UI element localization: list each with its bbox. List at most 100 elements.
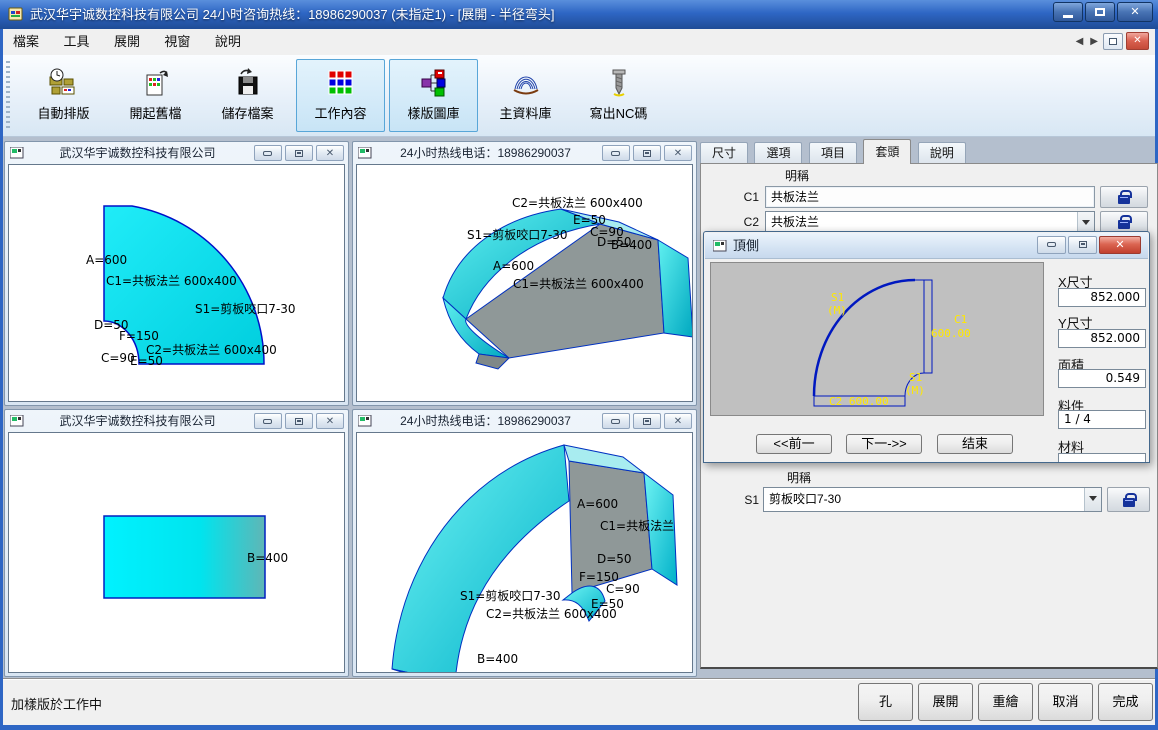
annotation-label: C=90 (606, 582, 640, 596)
redraw-button[interactable]: 重繪 (978, 683, 1033, 721)
nav-forward-icon[interactable]: ▶ (1088, 36, 1100, 47)
toolbar-write-nc[interactable]: 寫出NC碼 (574, 59, 663, 132)
finish-button[interactable]: 结束 (937, 434, 1013, 454)
tab-connectors[interactable]: 套頭 (863, 139, 911, 164)
y-size-value: 852.000 (1058, 329, 1146, 348)
annotation-label: D=50 (597, 552, 632, 566)
mdi-restore-button[interactable] (1103, 33, 1123, 50)
tab-help[interactable]: 說明 (918, 142, 966, 164)
close-button[interactable]: ✕ (1117, 2, 1153, 22)
previous-button[interactable]: <<前一 (756, 434, 832, 454)
close-icon: ✕ (317, 414, 343, 429)
c1-value-field[interactable]: 共板法兰 (765, 186, 1095, 208)
document-icon (10, 147, 24, 159)
menu-tools[interactable]: 工具 (53, 29, 99, 55)
row-id-s1: S1 (701, 493, 759, 507)
open-file-icon (140, 67, 172, 99)
minimize-button[interactable] (1053, 2, 1083, 22)
tab-items[interactable]: 項目 (809, 142, 857, 164)
dialog-minimize-button[interactable] (1037, 236, 1066, 254)
c2-lock-button[interactable] (1100, 211, 1148, 233)
c2-value-combobox[interactable]: 共板法兰 (765, 211, 1095, 233)
minimize-icon (611, 419, 620, 424)
close-icon: ✕ (317, 146, 343, 161)
restore-icon (643, 418, 651, 425)
maximize-button[interactable] (1085, 2, 1115, 22)
child-window-3d-top: 24小时热线电话：18986290037 ✕ (352, 141, 697, 406)
next-button[interactable]: 下一->> (846, 434, 922, 454)
window-title: 武汉华宇诚数控科技有限公司 24小时咨询热线：18986290037 (未指定1… (30, 0, 554, 29)
mdi-close-button[interactable]: ✕ (1126, 32, 1149, 50)
cancel-button[interactable]: 取消 (1038, 683, 1093, 721)
dialog-close-button[interactable]: ✕ (1099, 236, 1141, 254)
app-icon (7, 5, 25, 23)
child-restore-button[interactable] (633, 413, 661, 429)
annotation-label: S1=剪板咬口7-30 (195, 300, 296, 317)
minimize-icon (1063, 15, 1073, 18)
material-value (1058, 453, 1146, 463)
c1-lock-button[interactable] (1100, 186, 1148, 208)
child-close-button[interactable]: ✕ (316, 145, 344, 161)
child-minimize-button[interactable] (602, 413, 630, 429)
toolbar-open-file[interactable]: 開起舊檔 (111, 59, 200, 132)
main-database-icon (510, 67, 542, 99)
child-window-titlebar[interactable]: 武汉华宇诚数控科技有限公司 ✕ (5, 410, 348, 432)
done-button[interactable]: 完成 (1098, 683, 1153, 721)
child-restore-button[interactable] (285, 413, 313, 429)
document-icon (358, 415, 372, 427)
child-window-titlebar[interactable]: 24小时热线电话：18986290037 ✕ (353, 410, 696, 432)
toolbar-auto-nest[interactable]: 自動排版 (19, 59, 108, 132)
child-minimize-button[interactable] (254, 413, 282, 429)
child-window-titlebar[interactable]: 武汉华宇诚数控科技有限公司 ✕ (5, 142, 348, 164)
menu-unfold[interactable]: 展開 (104, 29, 150, 55)
child-minimize-button[interactable] (602, 145, 630, 161)
child-close-button[interactable]: ✕ (316, 413, 344, 429)
child-close-button[interactable]: ✕ (664, 145, 692, 161)
annotation-label: C1=共板法兰 (600, 517, 674, 534)
restore-icon (643, 150, 651, 157)
toolbar-template-library[interactable]: 樣版圖庫 (389, 59, 478, 132)
child-close-button[interactable]: ✕ (664, 413, 692, 429)
preview-label: S1 (831, 291, 844, 304)
chevron-down-icon[interactable] (1084, 488, 1101, 511)
panel-tabstrip: 尺寸 選項 項目 套頭 說明 (700, 139, 1158, 164)
nav-back-icon[interactable]: ◀ (1074, 36, 1086, 47)
s1-value-combobox[interactable]: 剪板咬口7-30 (763, 487, 1102, 512)
tab-options[interactable]: 選項 (754, 142, 802, 164)
dialog-maximize-button[interactable] (1068, 236, 1097, 254)
toolbar-main-database[interactable]: 主資料庫 (481, 59, 570, 132)
column-header-name: 明稱 (785, 167, 809, 184)
menu-window[interactable]: 視窗 (154, 29, 200, 55)
hole-button[interactable]: 孔 (858, 683, 913, 721)
save-file-icon (232, 67, 264, 99)
preview-label: C2 600.00 (829, 395, 889, 408)
menu-file[interactable]: 檔案 (3, 29, 49, 55)
minimize-icon (1047, 242, 1056, 247)
toolbar-save-file[interactable]: 儲存檔案 (203, 59, 292, 132)
annotation-label: A=600 (493, 259, 534, 273)
s1-lock-button[interactable] (1107, 487, 1150, 512)
row-id-c1: C1 (701, 190, 759, 204)
annotation-label: C1=共板法兰 600x400 (513, 275, 644, 292)
close-icon: ✕ (1118, 3, 1152, 21)
preview-label: S1 (909, 371, 922, 384)
drawing-area-3d: C2=共板法兰 600x400 S1=剪板咬口7-30 E=50 C=90 D=… (356, 164, 693, 402)
rect-pattern-drawing (9, 433, 345, 673)
elbow-3d-drawing (357, 433, 693, 673)
toolbar-work-content[interactable]: 工作內容 (296, 59, 385, 132)
tab-dimensions[interactable]: 尺寸 (700, 142, 748, 164)
dialog-titlebar[interactable]: 頂側 ✕ (705, 233, 1148, 259)
work-content-icon (325, 67, 357, 99)
close-icon: ✕ (665, 414, 691, 429)
child-restore-button[interactable] (285, 145, 313, 161)
child-minimize-button[interactable] (254, 145, 282, 161)
chevron-down-icon[interactable] (1077, 212, 1094, 232)
child-restore-button[interactable] (633, 145, 661, 161)
minimize-icon (263, 151, 272, 156)
menu-help[interactable]: 說明 (205, 29, 251, 55)
toolbar-grip[interactable] (6, 61, 10, 130)
title-bar[interactable]: 武汉华宇诚数控科技有限公司 24小时咨询热线：18986290037 (未指定1… (0, 0, 1158, 29)
child-window-titlebar[interactable]: 24小时热线电话：18986290037 ✕ (353, 142, 696, 164)
toolbar: 自動排版 開起舊檔 儲存檔案 (3, 55, 1155, 137)
unfold-button[interactable]: 展開 (918, 683, 973, 721)
